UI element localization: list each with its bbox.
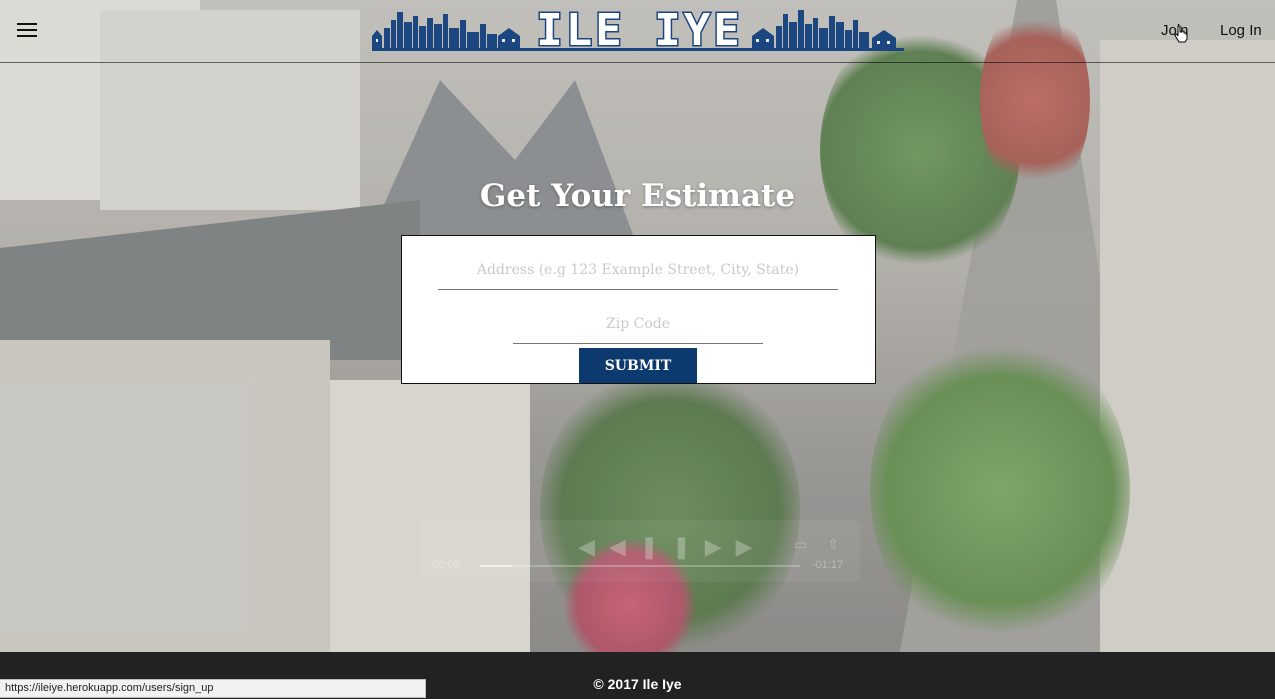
address-input[interactable] xyxy=(438,250,838,290)
fast-forward-icon[interactable]: ▶▶ xyxy=(705,534,767,559)
brand-name: ILE IYE xyxy=(535,4,743,58)
page-title: Get Your Estimate xyxy=(479,178,796,214)
share-icon[interactable]: ⇧ xyxy=(827,536,859,552)
zip-code-input[interactable] xyxy=(513,304,763,344)
video-controls: ◀◀❚❚▶▶ ▭⇧ 00:08 -01:17 xyxy=(420,520,860,582)
site-logo[interactable]: ILE IYE xyxy=(372,4,904,58)
airplay-icon[interactable]: ▭ xyxy=(794,536,827,552)
estimate-form: SUBMIT xyxy=(401,235,876,384)
video-progress-bar[interactable] xyxy=(480,565,800,567)
extra-video-buttons[interactable]: ▭⇧ xyxy=(794,536,859,553)
hamburger-menu-icon[interactable] xyxy=(17,22,37,38)
submit-button[interactable]: SUBMIT xyxy=(579,348,697,383)
browser-status-bar: https://ileiye.herokuapp.com/users/sign_… xyxy=(0,679,426,698)
video-progress-fill xyxy=(480,565,512,567)
rewind-icon[interactable]: ◀◀ xyxy=(578,534,640,559)
header-divider xyxy=(0,62,1275,63)
login-link[interactable]: Log In xyxy=(1220,22,1262,39)
hand-cursor-icon xyxy=(1174,25,1188,43)
pause-icon[interactable]: ❚❚ xyxy=(640,534,705,559)
remaining-time: -01:17 xyxy=(812,559,844,571)
playback-buttons[interactable]: ◀◀❚❚▶▶ xyxy=(578,534,767,560)
elapsed-time: 00:08 xyxy=(432,559,460,571)
